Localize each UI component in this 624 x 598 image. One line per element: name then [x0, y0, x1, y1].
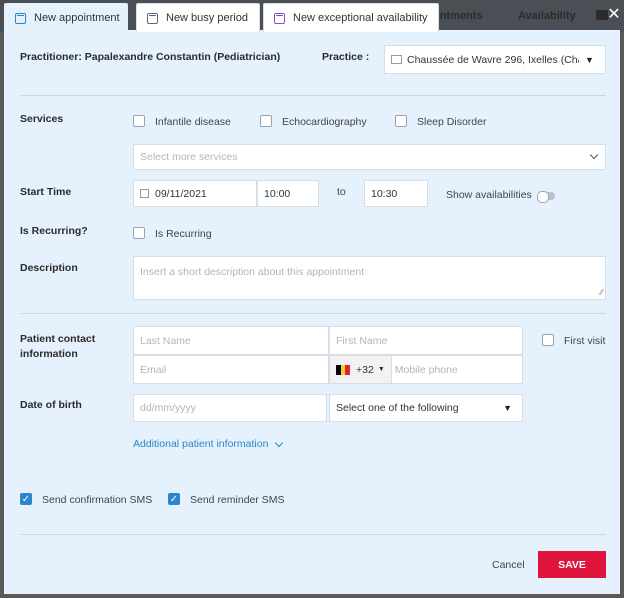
email-input[interactable]: Email [133, 355, 329, 384]
show-availabilities-toggle[interactable] [537, 192, 555, 200]
patient-contact-label-line1: Patient contact [20, 333, 96, 345]
date-of-birth-input[interactable]: dd/mm/yyyy [133, 394, 327, 422]
date-of-birth-label: Date of birth [20, 399, 82, 411]
last-name-placeholder: Last Name [140, 334, 191, 347]
show-availabilities-label: Show availabilities [446, 189, 532, 201]
service-option-label: Echocardiography [282, 116, 367, 128]
save-button[interactable]: SAVE [538, 551, 606, 578]
divider [20, 534, 606, 535]
appointment-modal: New appointment New busy period New exce… [4, 3, 620, 594]
start-time-label: Start Time [20, 186, 72, 198]
start-time-value: 10:00 [264, 187, 291, 200]
email-placeholder: Email [140, 363, 167, 376]
date-of-birth-placeholder: dd/mm/yyyy [140, 402, 197, 414]
calendar-availability-icon [274, 12, 285, 24]
divider [20, 95, 606, 96]
recurring-label: Is Recurring? [20, 225, 88, 237]
service-checkbox-sleep-disorder[interactable] [395, 115, 407, 127]
practitioner-label: Practitioner: Papalexandre Constantin (P… [20, 51, 281, 63]
start-time-input[interactable]: 10:00 [257, 180, 319, 207]
dob-extra-select[interactable]: Select one of the following ▼ [329, 394, 523, 422]
last-name-input[interactable]: Last Name [133, 326, 329, 355]
end-time-value: 10:30 [371, 187, 398, 200]
caret-down-icon: ▼ [377, 366, 385, 373]
patient-contact-label-line2: information [20, 348, 78, 360]
background-tab-availability: Availability [518, 10, 576, 22]
description-textarea[interactable]: Insert a short description about this ap… [133, 256, 606, 300]
reminder-sms-checkbox[interactable]: ✓ [168, 493, 180, 505]
first-name-input[interactable]: First Name [329, 326, 523, 355]
tab-label: New appointment [34, 12, 120, 24]
practice-label: Practice : [322, 51, 370, 63]
belgium-flag-icon [336, 364, 351, 375]
phone-placeholder: Mobile phone [394, 363, 458, 376]
recurring-checkbox-label: Is Recurring [155, 228, 212, 240]
tab-new-busy-period[interactable]: New busy period [136, 3, 260, 32]
services-label: Services [20, 113, 64, 125]
calendar-busy-icon [147, 12, 158, 24]
to-label: to [337, 186, 346, 198]
cancel-button[interactable]: Cancel [492, 559, 525, 571]
tab-new-exceptional-availability[interactable]: New exceptional availability [263, 3, 439, 32]
service-option-label: Sleep Disorder [417, 116, 487, 128]
close-icon[interactable]: ✕ [606, 7, 622, 23]
description-label: Description [20, 262, 78, 274]
service-checkbox-infantile-disease[interactable] [133, 115, 145, 127]
date-value: 09/11/2021 [155, 187, 207, 200]
chevron-down-icon [589, 150, 599, 160]
dob-extra-select-value: Select one of the following [336, 402, 459, 414]
phone-input[interactable]: +32 ▼ Mobile phone [329, 355, 523, 384]
resize-handle-icon: ⁄⁄ [600, 288, 603, 297]
tab-label: New exceptional availability [293, 12, 428, 24]
first-visit-label: First visit [564, 335, 606, 347]
additional-patient-info-label: Additional patient information [133, 438, 269, 450]
patient-contact-label: Patient contact information [20, 332, 95, 362]
reminder-sms-label: Send reminder SMS [190, 494, 285, 506]
recurring-checkbox[interactable] [133, 227, 145, 239]
caret-down-icon: ▼ [585, 54, 594, 65]
caret-down-icon: ▼ [503, 403, 512, 413]
country-code-select[interactable]: +32 ▼ [330, 356, 392, 383]
end-time-input[interactable]: 10:30 [364, 180, 428, 207]
service-checkbox-echocardiography[interactable] [260, 115, 272, 127]
phone-prefix: +32 [356, 363, 374, 376]
more-services-placeholder: Select more services [140, 151, 238, 163]
more-services-select[interactable]: Select more services [133, 144, 606, 170]
calendar-icon [140, 189, 149, 198]
divider [20, 313, 606, 314]
tab-label: New busy period [166, 12, 248, 24]
calendar-plus-icon [15, 12, 26, 24]
building-icon [391, 55, 402, 64]
chevron-down-icon [275, 438, 284, 447]
practice-select[interactable]: Chaussée de Wavre 296, Ixelles (Chau ▼ [384, 45, 606, 74]
practice-value: Chaussée de Wavre 296, Ixelles (Chau [407, 53, 579, 66]
confirmation-sms-label: Send confirmation SMS [42, 494, 153, 506]
first-name-placeholder: First Name [336, 334, 388, 347]
tab-new-appointment[interactable]: New appointment [4, 3, 128, 32]
first-visit-checkbox[interactable] [542, 334, 554, 346]
service-option-label: Infantile disease [155, 116, 231, 128]
additional-patient-info-link[interactable]: Additional patient information [133, 438, 284, 450]
date-input[interactable]: 09/11/2021 [133, 180, 257, 207]
confirmation-sms-checkbox[interactable]: ✓ [20, 493, 32, 505]
description-placeholder: Insert a short description about this ap… [140, 266, 365, 278]
